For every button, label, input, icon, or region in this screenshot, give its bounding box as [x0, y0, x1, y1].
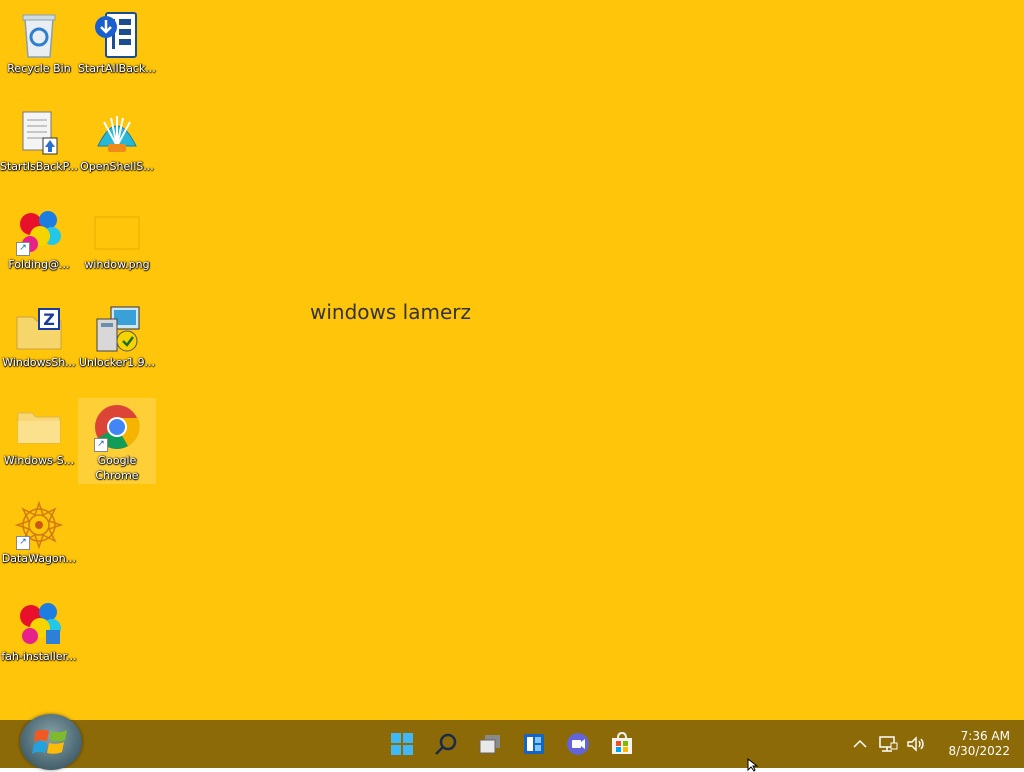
- desktop-icon-folding-at-home[interactable]: ↗ Folding@...: [0, 202, 78, 272]
- chevron-up-icon[interactable]: [850, 734, 870, 754]
- installer-icon: [92, 304, 142, 354]
- fah-installer-icon: [14, 598, 64, 648]
- shortcut-arrow-icon: ↗: [94, 438, 108, 452]
- windows-start-icon[interactable]: [386, 728, 418, 760]
- volume-icon[interactable]: [906, 734, 926, 754]
- desktop-icon-label: StartAllBack...: [78, 62, 156, 75]
- desktop-icon-unlocker[interactable]: Unlocker1.9...: [78, 300, 156, 370]
- taskbar: 7:36 AM 8/30/2022: [0, 714, 1024, 770]
- desktop-icon-datawagon[interactable]: ↗ DataWagon...: [0, 496, 78, 566]
- desktop-icon-label: Folding@...: [8, 258, 70, 271]
- task-view-icon[interactable]: [474, 728, 506, 760]
- clock-time: 7:36 AM: [960, 729, 1010, 743]
- desktop-icon-label: Recycle Bin: [7, 62, 71, 75]
- desktop-icon-openshell[interactable]: OpenShellS...: [78, 104, 156, 174]
- taskbar-clock[interactable]: 7:36 AM 8/30/2022: [948, 729, 1010, 759]
- image-file-icon: [92, 206, 142, 256]
- teams-chat-icon[interactable]: [562, 728, 594, 760]
- recycle-bin-icon: [14, 10, 64, 60]
- shortcut-arrow-icon: ↗: [16, 242, 30, 256]
- system-tray: 7:36 AM 8/30/2022: [850, 720, 1010, 768]
- wallpaper-text: windows lamerz: [310, 300, 471, 324]
- openshell-icon: [92, 108, 142, 158]
- desktop-icon-label: Windows-S...: [3, 454, 75, 467]
- desktop-icon-label: Google Chrome: [95, 454, 139, 482]
- desktop-icon-label: window.png: [84, 258, 150, 271]
- desktop-icon-label: DataWagon...: [1, 552, 77, 565]
- startallback-icon: [92, 10, 142, 60]
- desktop-icon-fah-installer[interactable]: fah-installer...: [0, 594, 78, 664]
- desktop-icon-label: OpenShellS...: [80, 160, 154, 173]
- svg-text:Z: Z: [43, 310, 55, 329]
- chrome-icon: ↗: [92, 402, 142, 452]
- desktop-icon-startisback[interactable]: StartIsBackP...: [0, 104, 78, 174]
- desktop: Recycle Bin StartIsBackP... ↗ Folding@..…: [0, 0, 1024, 720]
- taskbar-pinned-apps: [386, 728, 638, 760]
- desktop-icon-google-chrome[interactable]: ↗ Google Chrome: [78, 398, 156, 484]
- mouse-cursor-icon: [747, 758, 759, 772]
- startisback-icon: [14, 108, 64, 158]
- desktop-icon-window-png[interactable]: window.png: [78, 202, 156, 272]
- shortcut-arrow-icon: ↗: [16, 536, 30, 550]
- desktop-icon-label: WindowsSh...: [2, 356, 76, 369]
- network-icon[interactable]: [878, 734, 898, 754]
- desktop-icon-windows-s[interactable]: Windows-S...: [0, 398, 78, 468]
- folding-at-home-icon: ↗: [14, 206, 64, 256]
- desktop-icon-startallback[interactable]: StartAllBack...: [78, 6, 156, 76]
- clock-date: 8/30/2022: [948, 744, 1010, 758]
- desktop-icon-label: StartIsBackP...: [0, 160, 78, 173]
- desktop-icon-label: fah-installer...: [1, 650, 77, 663]
- microsoft-store-icon[interactable]: [606, 728, 638, 760]
- folder-icon: [14, 402, 64, 452]
- widgets-icon[interactable]: [518, 728, 550, 760]
- desktop-icon-windowssh[interactable]: Z WindowsSh...: [0, 300, 78, 370]
- winrar-archive-icon: Z: [14, 304, 64, 354]
- datawagon-icon: ↗: [14, 500, 64, 550]
- desktop-icon-label: Unlocker1.9...: [78, 356, 156, 369]
- desktop-icon-recycle-bin[interactable]: Recycle Bin: [0, 6, 78, 76]
- search-icon[interactable]: [430, 728, 462, 760]
- windows-7-start-orb-icon[interactable]: [20, 714, 82, 770]
